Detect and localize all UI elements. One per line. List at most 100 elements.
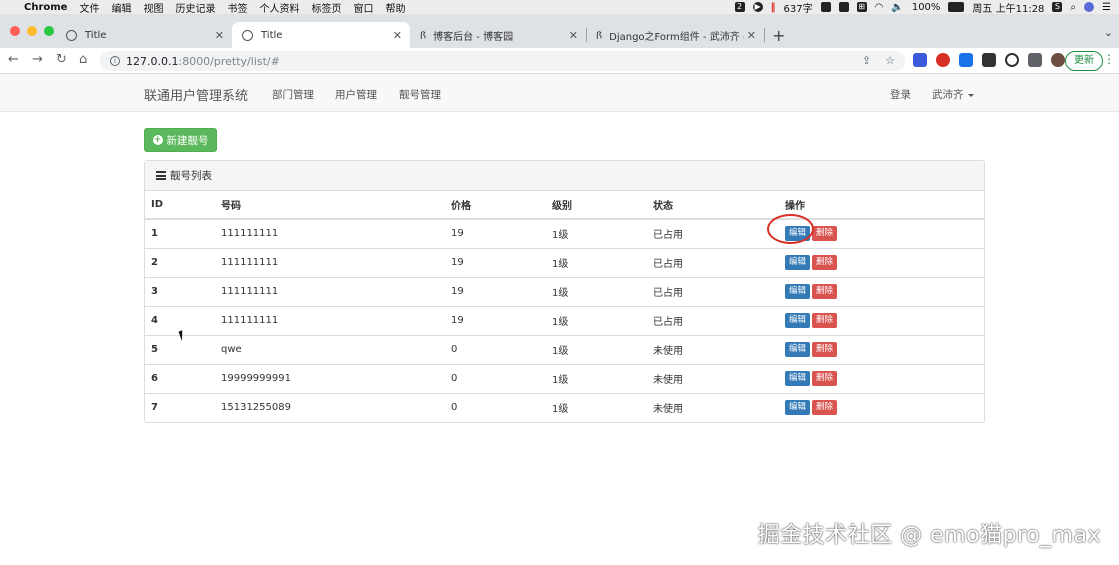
extension-adblock-icon[interactable] — [936, 53, 950, 67]
status-app-badge[interactable]: 2 — [734, 2, 745, 12]
control-center-icon[interactable]: S — [1052, 2, 1063, 12]
omnibox-actions: ⇪ ☆ — [862, 54, 895, 67]
panel-heading: 靓号列表 — [145, 161, 984, 191]
extensions-puzzle-icon[interactable] — [1028, 53, 1042, 67]
share-icon[interactable]: ⇪ — [862, 54, 871, 67]
tab-1[interactable]: Title ✕ — [56, 22, 232, 48]
table-row: 7 15131255089 0 1级 未使用 编辑 删除 — [145, 392, 984, 422]
extension-screenshot-icon[interactable] — [959, 53, 973, 67]
close-tab-icon[interactable]: ✕ — [215, 29, 224, 42]
volume-icon[interactable]: 🔈 — [891, 2, 903, 13]
forward-icon[interactable]: → — [32, 52, 43, 67]
profile-avatar[interactable] — [1051, 53, 1065, 67]
cell-mobile: 111111111 — [215, 276, 445, 306]
pretty-list-panel: 靓号列表 ID 号码 价格 级别 状态 操作 1 111111111 19 1级 已占用… — [144, 160, 985, 423]
app-icon-b[interactable] — [838, 2, 849, 12]
nav-user-dropdown[interactable]: 武沛齐 — [932, 87, 974, 102]
close-window-button[interactable] — [10, 26, 20, 36]
new-pretty-button[interactable]: + 新建靓号 — [144, 128, 217, 152]
cell-actions: 编辑 删除 — [779, 305, 984, 335]
table-row: 3 111111111 19 1级 已占用 编辑 删除 — [145, 276, 984, 306]
nav-pretty[interactable]: 靓号管理 — [399, 87, 441, 102]
menu-help[interactable]: 帮助 — [385, 0, 405, 15]
menu-tab[interactable]: 标签页 — [311, 0, 341, 15]
edit-button[interactable]: 编辑 — [785, 342, 811, 357]
edit-button[interactable]: 编辑 — [785, 284, 811, 299]
menu-extras: 2 ▶ ‖ 637字 ⊞ ◠ 🔈 100% 周五 上午11:28 S ⌕ ☰ — [734, 0, 1111, 15]
home-icon[interactable]: ⌂ — [79, 52, 87, 67]
close-tab-icon[interactable]: ✕ — [393, 29, 402, 42]
address-bar[interactable]: i 127.0.0.1:8000/pretty/list/# ⇪ ☆ — [100, 51, 905, 71]
nav-dept[interactable]: 部门管理 — [272, 87, 314, 102]
cell-status: 未使用 — [647, 334, 779, 364]
extension-translate-icon[interactable] — [913, 53, 927, 67]
menu-file[interactable]: 文件 — [79, 0, 99, 15]
delete-button[interactable]: 删除 — [812, 400, 838, 416]
edit-button[interactable]: 编辑 — [785, 255, 811, 270]
app-icon-a[interactable] — [820, 2, 831, 12]
edit-button[interactable]: 编辑 — [785, 371, 811, 386]
menu-bookmarks[interactable]: 书签 — [227, 0, 247, 15]
play-icon[interactable]: ▶ — [752, 2, 763, 12]
more-menu-icon[interactable]: ⋮ — [1103, 52, 1115, 66]
col-mobile: 号码 — [215, 191, 445, 220]
tab-search-icon[interactable]: ⌄ — [1104, 26, 1113, 39]
close-tab-icon[interactable]: ✕ — [747, 29, 756, 42]
window-controls — [10, 26, 54, 36]
table-row: 4 111111111 19 1级 已占用 编辑 删除 — [145, 305, 984, 335]
cell-actions: 编辑 删除 — [779, 334, 984, 364]
tab-title: Title — [85, 29, 107, 41]
notification-center-icon[interactable]: ☰ — [1102, 2, 1111, 13]
menu-window[interactable]: 窗口 — [353, 0, 373, 15]
delete-button[interactable]: 删除 — [812, 342, 838, 357]
menu-view[interactable]: 视图 — [143, 0, 163, 15]
spotlight-icon[interactable]: ⌕ — [1070, 2, 1076, 13]
minimize-window-button[interactable] — [27, 26, 37, 36]
zoom-window-button[interactable] — [44, 26, 54, 36]
cell-status: 已占用 — [647, 276, 779, 306]
grid-icon[interactable]: ⊞ — [856, 2, 867, 12]
siri-icon[interactable] — [1084, 2, 1095, 12]
word-count[interactable]: 637字 — [784, 0, 813, 15]
clock[interactable]: 周五 上午11:28 — [972, 0, 1044, 15]
cell-price: 0 — [445, 392, 546, 422]
edit-button[interactable]: 编辑 — [785, 400, 811, 416]
close-tab-icon[interactable]: ✕ — [569, 29, 578, 42]
cell-mobile: 111111111 — [215, 305, 445, 335]
battery-icon[interactable] — [948, 2, 965, 12]
menu-edit[interactable]: 编辑 — [111, 0, 131, 15]
reload-icon[interactable]: ↻ — [56, 52, 67, 67]
extension-music-icon[interactable] — [982, 53, 996, 67]
menu-profiles[interactable]: 个人资料 — [259, 0, 299, 15]
battery-text[interactable]: 100% — [912, 2, 941, 13]
delete-button[interactable]: 删除 — [812, 226, 838, 242]
cell-mobile: 19999999991 — [215, 363, 445, 393]
navbar-brand[interactable]: 联通用户管理系统 — [144, 85, 248, 104]
tab-2-active[interactable]: Title ✕ — [232, 22, 410, 48]
url-path: :8000/pretty/list/# — [178, 54, 280, 68]
nav-user[interactable]: 用户管理 — [335, 87, 377, 102]
caret-down-icon — [967, 93, 974, 97]
update-button[interactable]: 更新 — [1065, 51, 1103, 71]
cell-id: 5 — [145, 334, 215, 364]
wifi-icon[interactable]: ◠ — [875, 2, 884, 13]
delete-button[interactable]: 删除 — [812, 313, 838, 328]
site-navbar: 联通用户管理系统 部门管理 用户管理 靓号管理 登录 武沛齐 — [0, 74, 1119, 112]
back-icon[interactable]: ← — [8, 52, 19, 67]
menu-app-name[interactable]: Chrome — [24, 2, 67, 13]
delete-button[interactable]: 删除 — [812, 255, 838, 270]
cell-actions: 编辑 删除 — [779, 392, 984, 422]
tab-4[interactable]: ꟗ Django之Form组件 - 武沛齐 - 博 ✕ — [586, 22, 765, 48]
site-info-icon[interactable]: i — [110, 56, 120, 66]
edit-button[interactable]: 编辑 — [785, 313, 811, 328]
bookmark-star-icon[interactable]: ☆ — [885, 54, 895, 67]
new-tab-icon[interactable]: + — [772, 26, 785, 45]
pause-icon[interactable]: ‖ — [771, 2, 776, 13]
delete-button[interactable]: 删除 — [812, 284, 838, 299]
cell-level: 1级 — [546, 218, 647, 248]
nav-login[interactable]: 登录 — [890, 87, 911, 102]
extension-link-icon[interactable] — [1005, 53, 1019, 67]
tab-3[interactable]: ꟗ 博客后台 - 博客园 ✕ — [410, 22, 587, 48]
menu-history[interactable]: 历史记录 — [175, 0, 215, 15]
delete-button[interactable]: 删除 — [812, 371, 838, 386]
